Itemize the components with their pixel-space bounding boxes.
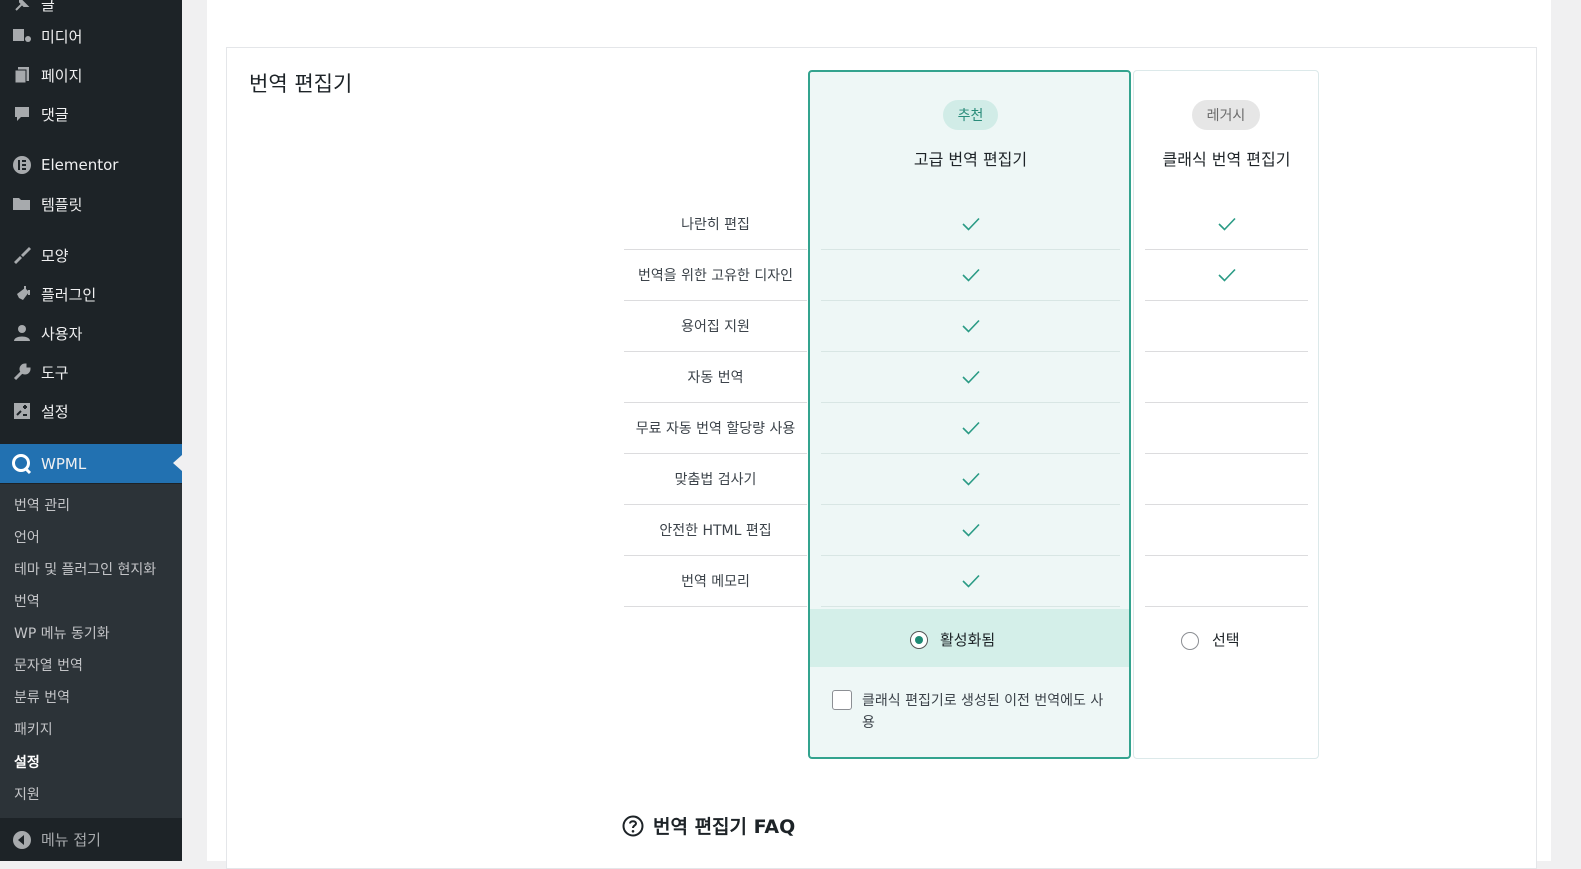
classic-feature-cell [1145,250,1308,301]
classic-editor-title: 클래식 번역 편집기 [1162,150,1291,169]
admin-sidebar: 글 미디어 페이지 댓글 Elementor 템플릿 모양 플러그인 사용자 도… [0,0,182,861]
folder-icon [10,194,34,214]
brush-icon [10,245,34,265]
settings-icon [10,401,34,421]
check-icon [961,523,980,537]
advanced-feature-cell [821,199,1120,250]
sidebar-item-label: 미디어 [41,27,83,46]
check-icon [961,574,980,588]
advanced-feature-cell [821,250,1120,301]
check-icon [961,421,980,435]
advanced-feature-cell [821,352,1120,403]
classic-feature-cell [1145,454,1308,505]
sidebar-item-elementor[interactable]: Elementor [0,147,182,183]
sidebar-item-label: 글 [41,0,55,14]
sidebar-item-plugins[interactable]: 플러그인 [0,276,182,312]
feature-label: 번역 메모리 [624,556,807,607]
collapse-icon [10,830,34,850]
advanced-feature-cell [821,403,1120,454]
advanced-feature-cell [821,556,1120,607]
page-icon [10,65,34,85]
sidebar-item-label: 플러그인 [41,285,97,304]
wrench-icon [10,362,34,382]
sidebar-item-settings[interactable]: 설정 [0,393,182,429]
classic-feature-cell [1145,199,1308,250]
sidebar-item-templates[interactable]: 템플릿 [0,186,182,222]
submenu-item-support[interactable]: 지원 [14,784,40,804]
submenu-item-languages[interactable]: 언어 [14,527,40,547]
pin-icon [10,0,34,14]
sidebar-item-label: 설정 [41,402,69,421]
classic-feature-cell [1145,556,1308,607]
feature-label: 자동 번역 [624,352,807,403]
collapse-menu-label: 메뉴 접기 [41,831,101,849]
submenu-item-wp-menu-sync[interactable]: WP 메뉴 동기화 [14,623,110,643]
sidebar-item-label: 템플릿 [41,195,83,214]
sidebar-item-users[interactable]: 사용자 [0,315,182,351]
submenu-item-translation-management[interactable]: 번역 관리 [14,495,70,515]
sidebar-item-label: 도구 [41,363,69,382]
feature-label: 나란히 편집 [624,199,807,250]
classic-feature-cell [1145,301,1308,352]
elementor-icon [10,155,34,175]
sidebar-item-wpml[interactable]: WPML [0,444,182,483]
feature-label: 맞춤법 검사기 [624,454,807,505]
user-icon [10,323,34,343]
advanced-editor-title: 고급 번역 편집기 [913,150,1028,169]
sidebar-item-appearance[interactable]: 모양 [0,237,182,273]
submenu-item-string-translation[interactable]: 문자열 번역 [14,655,83,675]
sidebar-item-label: 사용자 [41,324,83,343]
activated-label: 활성화됨 [940,631,996,649]
recommended-badge: 추천 [943,100,998,130]
classic-feature-cell [1145,352,1308,403]
section-title: 번역 편집기 [249,72,353,96]
select-label: 선택 [1212,631,1240,649]
wpml-icon [10,453,34,474]
check-icon [961,217,980,231]
check-icon [961,370,980,384]
wpml-submenu: 번역 관리 언어 테마 및 플러그인 현지화 번역 WP 메뉴 동기화 문자열 … [0,484,182,818]
submenu-item-theme-plugin-localization[interactable]: 테마 및 플러그인 현지화 [14,559,156,579]
sidebar-item-label: 페이지 [41,66,83,85]
faq-title: 번역 편집기 FAQ [653,816,796,838]
feature-label: 용어집 지원 [624,301,807,352]
sidebar-item-label: WPML [41,454,87,473]
check-icon [961,319,980,333]
use-for-old-translations-checkbox[interactable] [832,690,852,710]
advanced-feature-cell [821,454,1120,505]
submenu-item-settings[interactable]: 설정 [14,752,40,772]
use-for-old-translations-label: 클래식 편집기로 생성된 이전 번역에도 사용 [862,693,1104,731]
feature-label: 무료 자동 번역 할당량 사용 [624,403,807,454]
submenu-item-translations[interactable]: 번역 [14,591,40,611]
check-icon [961,472,980,486]
faq-heading[interactable]: 번역 편집기 FAQ [622,812,795,839]
check-icon [961,268,980,282]
classic-feature-cell [1145,403,1308,454]
sidebar-item-pages[interactable]: 페이지 [0,57,182,93]
sidebar-item-label: 모양 [41,246,69,265]
sidebar-item-tools[interactable]: 도구 [0,354,182,390]
check-icon [1217,268,1236,282]
advanced-editor-radio[interactable] [910,631,928,649]
sidebar-item-label: Elementor [41,156,119,174]
feature-label: 안전한 HTML 편집 [624,505,807,556]
plugin-icon [10,284,34,304]
classic-editor-radio[interactable] [1181,632,1199,650]
sidebar-item-comments[interactable]: 댓글 [0,96,182,132]
legacy-badge: 레거시 [1192,100,1260,130]
sidebar-item-media[interactable]: 미디어 [0,18,182,54]
check-icon [1217,217,1236,231]
media-icon [10,26,34,46]
feature-label: 번역을 위한 고유한 디자인 [624,250,807,301]
advanced-feature-cell [821,301,1120,352]
sidebar-item-label: 댓글 [41,105,69,124]
collapse-menu-button[interactable]: 메뉴 접기 [0,818,182,861]
question-icon [622,815,644,837]
comment-icon [10,104,34,124]
classic-feature-cell [1145,505,1308,556]
advanced-feature-cell [821,505,1120,556]
page-gutter [1551,0,1581,861]
submenu-item-taxonomy-translation[interactable]: 분류 번역 [14,687,70,707]
submenu-item-packages[interactable]: 패키지 [14,719,53,739]
